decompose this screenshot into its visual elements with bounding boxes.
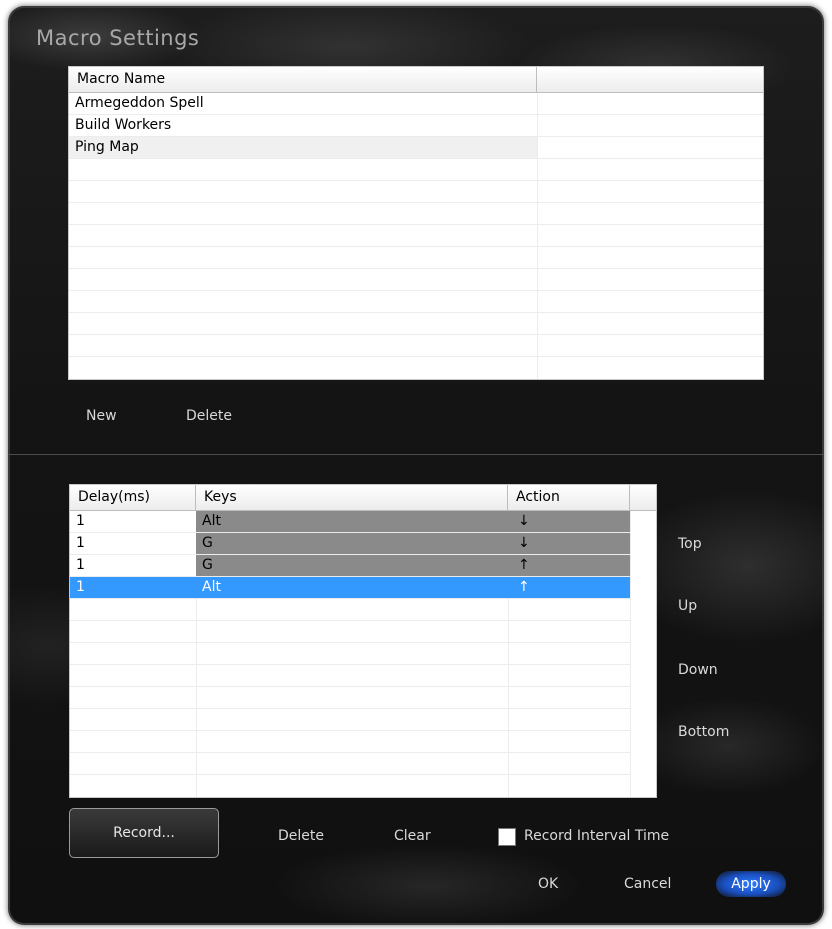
empty-row [69,181,763,203]
list-item[interactable]: Ping Map [69,137,763,159]
new-macro-button[interactable]: New [86,408,117,424]
macro-name: Armegeddon Spell [75,95,204,111]
empty-row [69,159,763,181]
section-divider [8,454,824,455]
column-header-action[interactable]: Action [508,485,630,511]
empty-row [69,203,763,225]
key-cell: Alt [196,511,508,532]
empty-row [70,665,630,687]
record-button[interactable]: Record... [69,808,219,858]
column-header-macro-name[interactable]: Macro Name [69,67,537,93]
column-header-keys[interactable]: Keys [196,485,508,511]
macro-name: Build Workers [75,117,172,133]
ok-button[interactable]: OK [538,876,558,892]
move-down-button[interactable]: Down [678,662,718,678]
window-title: Macro Settings [36,26,200,50]
delay-cell: 1 [76,535,85,551]
cancel-button[interactable]: Cancel [624,876,671,892]
table-row[interactable]: 1 G ↑ [70,555,630,577]
macro-event-list[interactable]: Delay(ms) Keys Action 1 Alt ↓ 1 G ↓ 1 G … [69,484,657,798]
move-top-button[interactable]: Top [678,536,702,552]
clear-events-button[interactable]: Clear [394,828,431,844]
empty-row [69,269,763,291]
empty-row [70,753,630,775]
column-divider [630,511,631,797]
empty-row [70,709,630,731]
delay-cell: 1 [76,513,85,529]
empty-row [70,599,630,621]
key-cell: G [196,555,508,576]
delete-macro-button[interactable]: Delete [186,408,232,424]
move-bottom-button[interactable]: Bottom [678,724,729,740]
empty-row [69,335,763,357]
record-interval-label: Record Interval Time [524,828,670,844]
column-header-blank [630,485,656,511]
delay-cell: 1 [76,579,85,595]
list-item[interactable]: Armegeddon Spell [69,93,763,115]
action-cell: ↑ [518,579,530,595]
empty-row [70,643,630,665]
action-cell: ↑ [508,555,630,576]
move-up-button[interactable]: Up [678,598,697,614]
key-cell: Alt [202,579,221,595]
empty-row [69,247,763,269]
column-header-blank [537,67,763,93]
empty-row [69,291,763,313]
macro-list[interactable]: Macro Name Armegeddon Spell Build Worker… [68,66,764,380]
empty-row [70,621,630,643]
table-row[interactable]: 1 Alt ↓ [70,511,630,533]
record-interval-checkbox[interactable] [498,828,516,846]
delete-event-button[interactable]: Delete [278,828,324,844]
macro-settings-window: Macro Settings Macro Name Armegeddon Spe… [8,6,824,925]
key-cell: G [196,533,508,554]
delay-cell: 1 [76,557,85,573]
empty-row [70,731,630,753]
table-row[interactable]: 1 G ↓ [70,533,630,555]
macro-name: Ping Map [69,137,537,158]
action-cell: ↓ [508,511,630,532]
action-cell: ↓ [508,533,630,554]
list-item[interactable]: Build Workers [69,115,763,137]
empty-row [70,687,630,709]
empty-row [69,225,763,247]
column-header-delay[interactable]: Delay(ms) [70,485,196,511]
apply-button[interactable]: Apply [716,871,786,897]
empty-row [69,313,763,335]
table-row-selected[interactable]: 1 Alt ↑ [70,577,630,599]
